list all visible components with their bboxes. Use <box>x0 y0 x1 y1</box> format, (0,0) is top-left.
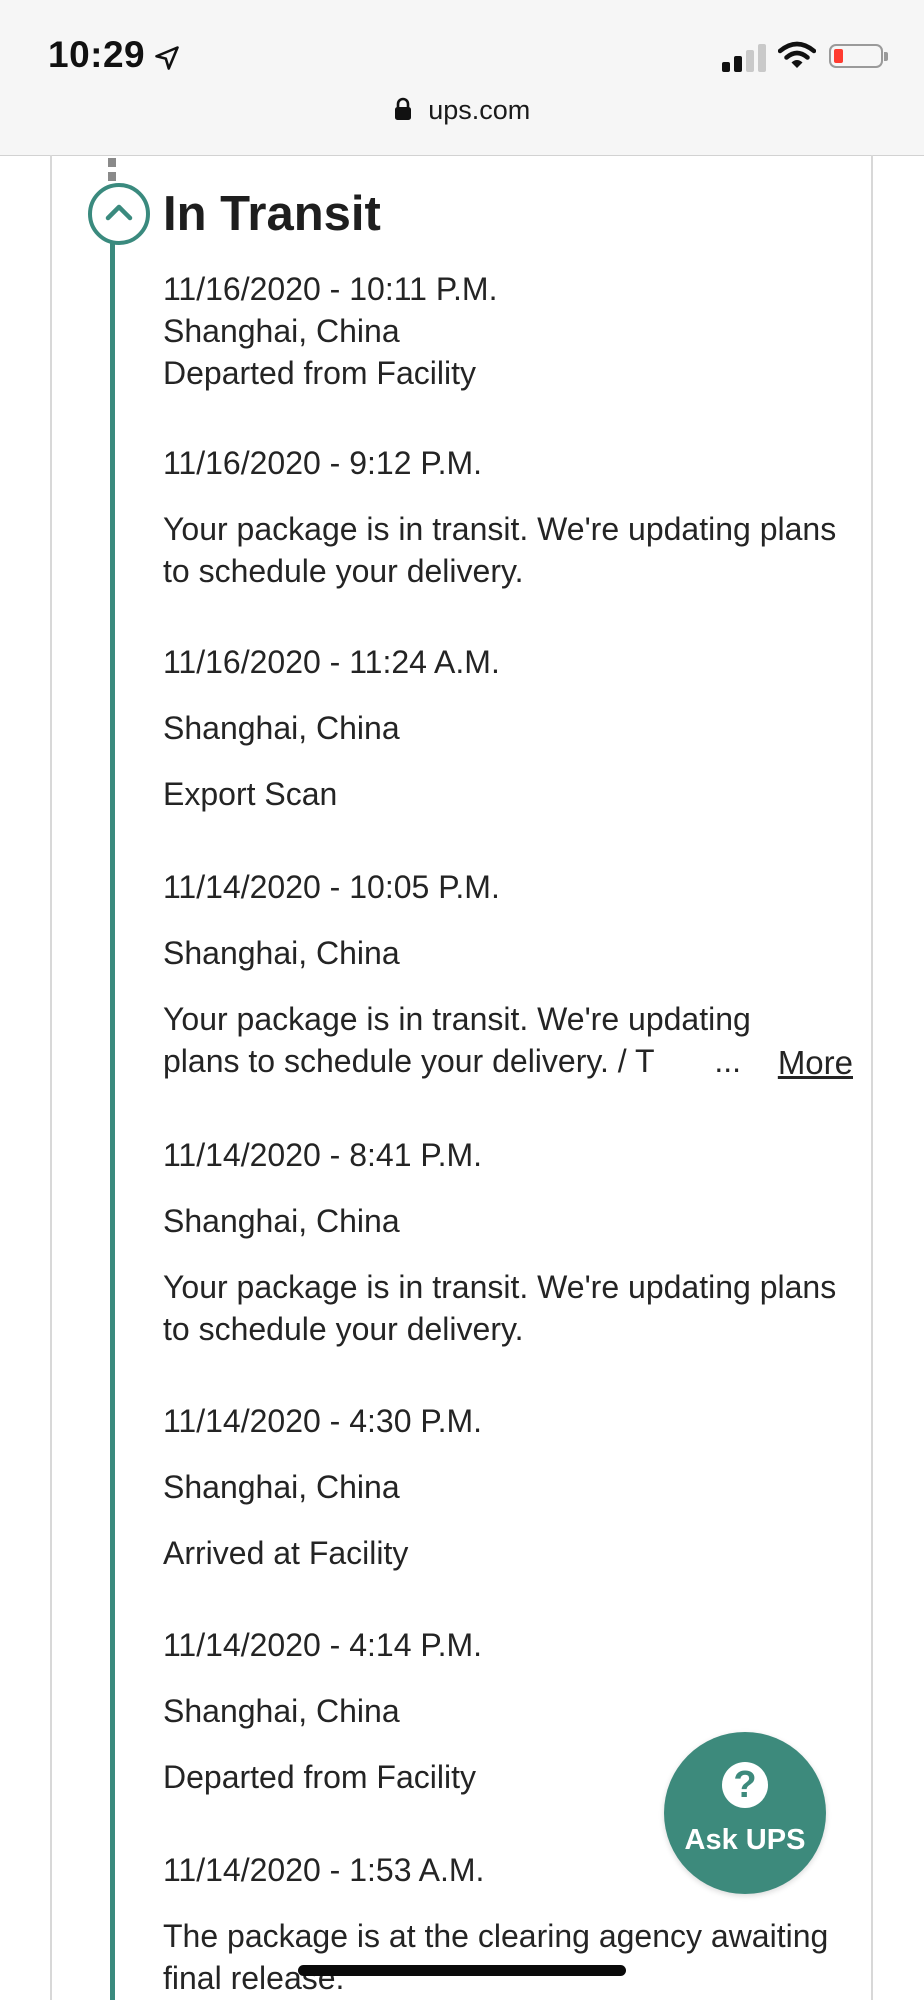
activity-location: Shanghai, China <box>163 313 400 349</box>
activity-datetime: 11/14/2020 - 4:30 P.M. <box>163 1403 483 1439</box>
activity-location: Shanghai, China <box>163 1469 400 1505</box>
card-border-right <box>871 155 873 2000</box>
activity-datetime: 11/16/2020 - 10:11 P.M. <box>163 271 498 307</box>
collapse-section-button[interactable] <box>88 183 150 245</box>
status-time: 10:29 <box>48 34 146 75</box>
activity-item: 11/16/2020 - 11:24 A.M. Shanghai, China … <box>163 641 853 815</box>
activity-datetime: 11/16/2020 - 11:24 A.M. <box>163 644 500 680</box>
location-arrow-icon <box>155 46 179 70</box>
truncation-ellipsis: ... <box>714 1043 741 1079</box>
activity-datetime: 11/14/2020 - 10:05 P.M. <box>163 869 500 905</box>
activity-item: 11/16/2020 - 9:12 P.M. Your package is i… <box>163 442 853 592</box>
browser-chrome: 10:29 ups.com <box>0 0 924 156</box>
activity-datetime: 11/16/2020 - 9:12 P.M. <box>163 445 483 481</box>
chevron-up-icon <box>105 204 133 221</box>
activity-item: 11/14/2020 - 4:30 P.M. Shanghai, China A… <box>163 1400 853 1574</box>
home-indicator[interactable] <box>298 1965 626 1976</box>
lock-icon <box>394 97 411 120</box>
question-circle-icon: ? <box>722 1762 768 1808</box>
activity-item: 11/16/2020 - 10:11 P.M. Shanghai, China … <box>163 268 853 394</box>
activity-location: Shanghai, China <box>163 935 400 971</box>
activity-item: 11/14/2020 - 10:05 P.M. Shanghai, China … <box>163 866 853 1082</box>
activity-datetime: 11/14/2020 - 8:41 P.M. <box>163 1137 483 1173</box>
activity-status-line: Your package is in transit. We're updati… <box>163 1001 751 1037</box>
activity-item: 11/14/2020 - 8:41 P.M. Shanghai, China Y… <box>163 1134 853 1350</box>
section-title: In Transit <box>163 187 381 241</box>
activity-location: Shanghai, China <box>163 1693 400 1729</box>
ask-ups-label: Ask UPS <box>684 1824 806 1856</box>
activity-datetime: 11/14/2020 - 4:14 P.M. <box>163 1627 483 1663</box>
cellular-signal-icon <box>722 42 766 72</box>
activity-status: Your package is in transit. We're updati… <box>163 1269 837 1347</box>
wifi-icon <box>778 41 816 68</box>
ask-ups-button[interactable]: ? Ask UPS <box>664 1732 826 1894</box>
activity-status: Export Scan <box>163 776 338 812</box>
battery-low-icon <box>829 44 888 68</box>
activity-location: Shanghai, China <box>163 710 400 746</box>
activity-status: Departed from Facility <box>163 355 476 391</box>
timeline-line <box>110 226 115 2000</box>
address-bar[interactable]: ups.com <box>0 95 924 139</box>
activity-status-line: plans to schedule your delivery. / T <box>163 1043 655 1079</box>
site-domain: ups.com <box>428 95 531 125</box>
ups-tracking-page: 10:29 ups.com In Transit 11/16/2020 - 10… <box>0 0 924 2000</box>
activity-status: The package is at the clearing agency aw… <box>163 1918 829 1996</box>
activity-status-truncated: plans to schedule your delivery. / T ...… <box>163 1040 853 1082</box>
activity-status: Arrived at Facility <box>163 1535 409 1571</box>
activity-location: Shanghai, China <box>163 1203 400 1239</box>
more-link[interactable]: More <box>778 1042 853 1084</box>
activity-status: Your package is in transit. We're updati… <box>163 511 837 589</box>
card-border-left <box>50 155 52 2000</box>
